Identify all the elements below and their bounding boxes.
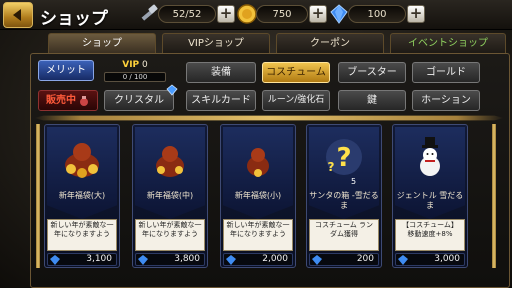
item-name: サンタの箱 -雪だるま	[309, 191, 379, 210]
item-description: 新しい年が素敵な一年になりますよう	[223, 219, 293, 251]
item-name: ジェントル 雪だるま	[396, 191, 464, 210]
price-value: 3,100	[86, 254, 112, 264]
item-description: 新しい年が素敵な一年になりますよう	[47, 219, 117, 251]
add-gem-button[interactable]: +	[407, 5, 425, 23]
gem-icon	[398, 255, 408, 265]
item-price: 3,100	[47, 253, 117, 266]
sale-button[interactable]: 販売中	[38, 90, 98, 111]
gold-bag-icon	[65, 143, 99, 178]
item-name: 新年福袋(大)	[58, 191, 106, 200]
price-value: 3,800	[174, 254, 200, 264]
price-value: 200	[356, 254, 374, 264]
add-gold-button[interactable]: +	[309, 5, 327, 23]
hammer-icon	[141, 4, 158, 21]
gem-counter: 100	[348, 5, 406, 23]
quantity-badge: 5	[351, 177, 357, 186]
crystal-label: クリスタル	[114, 95, 164, 106]
stamina-value: 52/52	[172, 8, 202, 20]
sale-label: 販売中	[46, 95, 76, 106]
gold-value: 750	[272, 8, 292, 20]
back-button[interactable]	[3, 2, 33, 28]
vip-status: VIP 0 0 / 100	[100, 60, 170, 86]
item-price: 200	[309, 253, 379, 266]
shop-tabs: ショップ VIPショップ クーポン イベントショップ	[48, 33, 510, 53]
gem-icon	[312, 255, 322, 265]
category-horse[interactable]: ホーション	[412, 90, 480, 111]
tab-shop[interactable]: ショップ	[48, 33, 156, 53]
gem-icon	[226, 255, 236, 265]
item-card[interactable]: 新年福袋(小) 新しい年が素敵な一年になりますよう 2,000	[220, 124, 296, 268]
item-name: 新年福袋(中)	[146, 191, 194, 200]
top-bar: ショップ 52/52 + 750 + 100 +	[0, 0, 512, 30]
item-price: 3,000	[395, 253, 465, 266]
category-gold[interactable]: ゴールド	[412, 62, 480, 83]
gold-bag-icon	[247, 148, 269, 177]
merit-button[interactable]: メリット	[38, 60, 94, 81]
left-rail	[36, 124, 40, 268]
svg-text:?: ?	[328, 160, 335, 174]
item-card[interactable]: ? ? 5 サンタの箱 -雪だるま コスチューム ランダム獲得 200	[306, 124, 382, 268]
snowman-icon	[420, 137, 440, 176]
category-costume[interactable]: コスチューム	[262, 62, 330, 83]
item-description: 新しい年が素敵な一年になりますよう	[135, 219, 205, 251]
bag-icon	[80, 95, 88, 106]
category-booster[interactable]: ブースター	[338, 62, 406, 83]
crystal-gem-icon	[166, 84, 178, 96]
gem-icon	[138, 255, 148, 265]
gem-icon	[50, 255, 60, 265]
category-key[interactable]: 鍵	[338, 90, 406, 111]
page-title: ショップ	[40, 9, 108, 29]
gold-bag-icon	[156, 146, 184, 177]
price-value: 2,000	[262, 254, 288, 264]
item-card[interactable]: 新年福袋(大) 新しい年が素敵な一年になりますよう 3,100	[44, 124, 120, 268]
add-stamina-button[interactable]: +	[217, 5, 235, 23]
gold-coin-icon	[237, 4, 257, 24]
item-description: コスチューム ランダム獲得	[309, 219, 379, 251]
back-arrow-icon	[13, 9, 21, 21]
item-card[interactable]: 新年福袋(中) 新しい年が素敵な一年になりますよう 3,800	[132, 124, 208, 268]
blue-gem-icon	[330, 4, 348, 24]
tab-vip-shop[interactable]: VIPショップ	[162, 33, 270, 53]
gem-value: 100	[367, 8, 387, 20]
vip-progress-bar: 0 / 100	[104, 72, 166, 82]
category-rune[interactable]: ルーン/強化石	[262, 90, 330, 111]
item-price: 3,800	[135, 253, 205, 266]
category-equipment[interactable]: 装備	[186, 62, 256, 83]
item-name: 新年福袋(小)	[234, 191, 282, 200]
crystal-button[interactable]: クリスタル	[104, 90, 174, 111]
category-skill-card[interactable]: スキルカード	[186, 90, 256, 111]
item-price: 2,000	[223, 253, 293, 266]
tab-coupon[interactable]: クーポン	[276, 33, 384, 53]
mystery-box-icon: ? ?	[326, 139, 362, 175]
vip-label: VIP	[122, 60, 140, 70]
price-value: 3,000	[434, 254, 460, 264]
item-card[interactable]: ジェントル 雪だるま 【コスチューム】 移動速度+8% 3,000	[392, 124, 468, 268]
stamina-counter: 52/52	[158, 5, 216, 23]
item-description: 【コスチューム】 移動速度+8%	[395, 219, 465, 251]
gold-counter: 750	[256, 5, 308, 23]
right-rail	[492, 124, 496, 268]
svg-text:?: ?	[336, 143, 351, 173]
tab-event-shop[interactable]: イベントショップ	[390, 33, 506, 53]
vip-level: 0	[142, 60, 148, 70]
